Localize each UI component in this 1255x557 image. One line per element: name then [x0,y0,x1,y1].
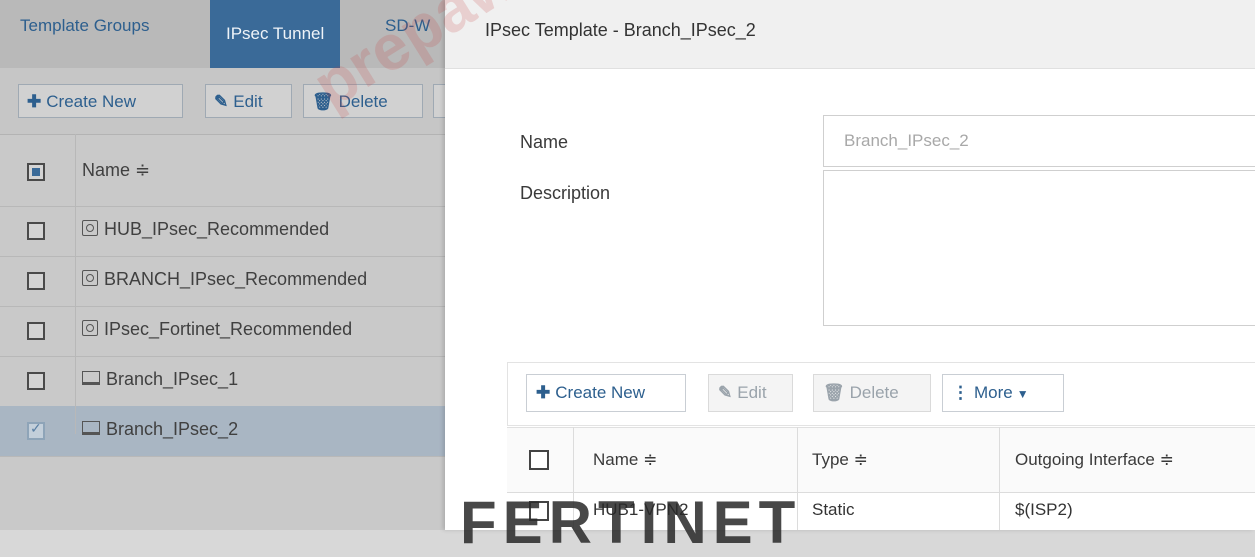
tab-bar: Template Groups IPsec Tunnel SD-W [0,0,445,68]
delete-label: Delete [338,92,388,111]
tab-sdwan[interactable]: SD-W [385,16,430,36]
table-row[interactable]: BRANCH_IPsec_Recommended [0,256,445,307]
name-input[interactable]: Branch_IPsec_2 [823,115,1255,167]
row-checkbox[interactable] [27,222,45,240]
column-divider [75,134,76,434]
left-toolbar: ✚ Create New ✎ Edit 🗑 Delete [0,68,445,135]
name-column-header[interactable]: Name ≑ [82,160,150,181]
select-all-checkbox[interactable] [27,163,45,181]
kebab-icon: ⋮ [952,383,969,402]
create-new-label: Create New [46,92,137,111]
tunnel-more-button[interactable]: ⋮ More ▼ [942,374,1064,412]
row-name: BRANCH_IPsec_Recommended [104,269,368,289]
tunnel-row-checkbox[interactable] [529,501,549,521]
row-name: HUB_IPsec_Recommended [104,219,330,239]
tab-ipsec-tunnel[interactable]: IPsec Tunnel [210,0,341,68]
edit-button[interactable]: ✎ Edit [205,84,292,118]
tunnel-edit-label: Edit [737,383,767,402]
name-label: Name [520,132,569,152]
table-row[interactable]: IPsec_Fortinet_Recommended [0,306,445,357]
tunnel-table: Name ≑ Type ≑ Outgoing Interface ≑ HUB1-… [507,427,1255,530]
tunnel-row-interface: $(ISP2) [1015,500,1073,519]
plus-icon: ✚ [27,92,42,111]
tunnel-row-type: Static [812,500,855,519]
row-name: Branch_IPsec_2 [106,419,239,439]
row-checkbox-checked[interactable] [27,420,45,440]
tunnel-edit-button[interactable]: ✎ Edit [708,374,793,412]
description-textarea[interactable] [823,170,1255,326]
table-row-selected[interactable]: Branch_IPsec_2 [0,406,445,457]
tunnel-delete-button[interactable]: 🗑 Delete [813,374,931,412]
row-checkbox[interactable] [27,322,45,340]
tunnel-more-label: More [974,383,1013,402]
tab-template-groups[interactable]: Template Groups [20,16,149,36]
more-button-cut[interactable] [433,84,445,118]
tunnel-interface-header[interactable]: Outgoing Interface ≑ [1015,450,1174,470]
table-row[interactable]: HUB_IPsec_Recommended [0,206,445,257]
row-checkbox[interactable] [27,372,45,390]
row-name: IPsec_Fortinet_Recommended [104,319,353,339]
tunnel-row-name: HUB1-VPN2 [593,500,689,519]
recommended-template-icon [82,220,98,236]
tunnel-type-header[interactable]: Type ≑ [812,450,868,470]
trash-icon: 🗑 [312,92,334,111]
edit-label: Edit [233,92,263,111]
tunnel-table-header: Name ≑ Type ≑ Outgoing Interface ≑ [507,427,1255,493]
row-checkbox[interactable] [27,272,45,290]
edit-icon: ✎ [214,92,229,111]
recommended-template-icon [82,270,98,286]
tunnel-name-header[interactable]: Name ≑ [593,450,657,470]
description-label: Description [520,183,611,203]
edit-icon: ✎ [718,383,733,402]
chevron-down-icon: ▼ [1016,387,1029,401]
plus-icon: ✚ [536,383,551,402]
row-name: Branch_IPsec_1 [106,369,239,389]
dialog-title: IPsec Template - Branch_IPsec_2 [485,20,756,40]
laptop-icon [82,421,100,435]
tunnel-create-new-button[interactable]: ✚ Create New [526,374,686,412]
tunnel-delete-label: Delete [849,383,899,402]
tunnel-select-all-checkbox[interactable] [529,450,549,470]
table-row[interactable]: HUB1-VPN2 Static $(ISP2) [507,492,1255,532]
table-header-row: Name ≑ [0,134,445,207]
delete-button[interactable]: 🗑 Delete [303,84,423,118]
dialog-title-bar: IPsec Template - Branch_IPsec_2 [445,0,1255,69]
ipsec-template-dialog: IPsec Template - Branch_IPsec_2 Name Bra… [445,0,1255,530]
name-input-value: Branch_IPsec_2 [844,131,969,150]
table-row[interactable]: Branch_IPsec_1 [0,356,445,407]
tunnel-create-label: Create New [555,383,646,402]
trash-icon: 🗑 [823,383,845,402]
template-list-pane: Template Groups IPsec Tunnel SD-W ✚ Creat… [0,0,445,530]
laptop-icon [82,371,100,385]
create-new-button[interactable]: ✚ Create New [18,84,183,118]
tunnel-toolbar: ✚ Create New ✎ Edit 🗑 Delete ⋮ More ▼ [507,362,1255,426]
recommended-template-icon [82,320,98,336]
